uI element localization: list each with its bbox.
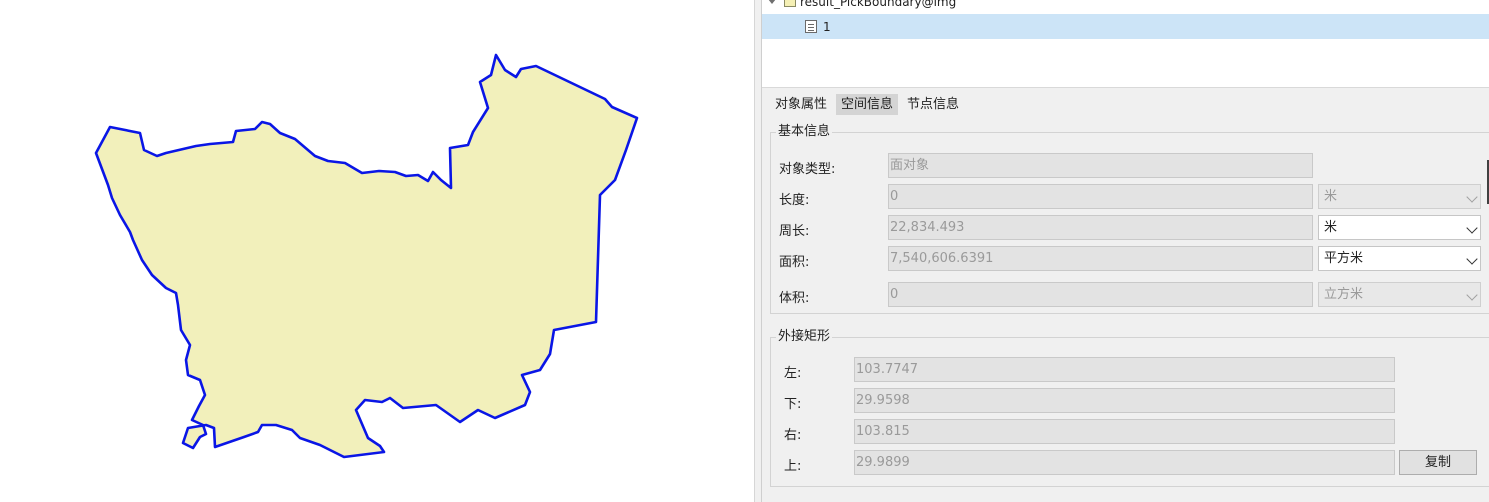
panel-splitter[interactable]	[754, 0, 762, 502]
area-unit-select[interactable]: 平方米	[1318, 246, 1481, 271]
map-view[interactable]	[0, 0, 754, 502]
volume-unit-value: 立方米	[1324, 287, 1364, 302]
length-field: 0	[888, 184, 1313, 209]
record-icon	[805, 20, 817, 33]
tab-node-info[interactable]: 节点信息	[902, 94, 964, 115]
bbox-top-label: 上:	[784, 459, 802, 474]
tab-object-properties[interactable]: 对象属性	[770, 94, 832, 115]
volume-unit-select: 立方米	[1318, 282, 1481, 307]
tab-bar: 对象属性 空间信息 节点信息	[770, 94, 964, 116]
bbox-left-field: 103.7747	[854, 357, 1395, 382]
object-tree: result_PickBoundary@img 1	[762, 0, 1489, 88]
tree-item-label: 1	[823, 19, 831, 34]
area-label: 面积:	[779, 255, 810, 270]
tree-layer-row[interactable]: result_PickBoundary@img	[762, 0, 1489, 14]
bbox-right-label: 右:	[784, 428, 802, 443]
bbox-left-label: 左:	[784, 366, 802, 381]
boundary-polygon[interactable]	[94, 53, 639, 459]
length-unit-value: 米	[1324, 189, 1338, 204]
volume-field: 0	[888, 282, 1313, 307]
expand-arrow-icon[interactable]	[768, 0, 776, 4]
bbox-bottom-field: 29.9598	[854, 388, 1395, 413]
bbox-bottom-label: 下:	[784, 397, 802, 412]
chevron-down-icon	[1466, 289, 1478, 301]
perimeter-field: 22,834.493	[888, 215, 1313, 240]
area-unit-value: 平方米	[1324, 251, 1364, 266]
object-type-label: 对象类型:	[779, 162, 836, 177]
properties-panel: result_PickBoundary@img 1 对象属性 空间信息 节点信息…	[762, 0, 1489, 502]
length-unit-select: 米	[1318, 184, 1481, 209]
perimeter-unit-select[interactable]: 米	[1318, 215, 1481, 240]
area-field: 7,540,606.6391	[888, 246, 1313, 271]
tree-item-row[interactable]: 1	[762, 14, 1489, 39]
chevron-down-icon	[1466, 222, 1478, 234]
length-label: 长度:	[779, 193, 810, 208]
perimeter-label: 周长:	[779, 224, 810, 239]
chevron-down-icon	[1466, 253, 1478, 265]
object-type-field: 面对象	[888, 153, 1313, 178]
bbox-title: 外接矩形	[776, 329, 833, 345]
boundary-polygon-canvas	[94, 53, 639, 459]
layer-icon	[784, 0, 796, 7]
volume-label: 体积:	[779, 291, 810, 306]
perimeter-unit-value: 米	[1324, 220, 1338, 235]
copy-button[interactable]: 复制	[1399, 450, 1477, 475]
layer-name: result_PickBoundary@img	[800, 0, 957, 9]
basic-info-title: 基本信息	[776, 124, 833, 140]
bbox-right-field: 103.815	[854, 419, 1395, 444]
chevron-down-icon	[1466, 191, 1478, 203]
tab-spatial-info[interactable]: 空间信息	[836, 94, 899, 115]
bbox-top-field: 29.9899	[854, 450, 1395, 475]
